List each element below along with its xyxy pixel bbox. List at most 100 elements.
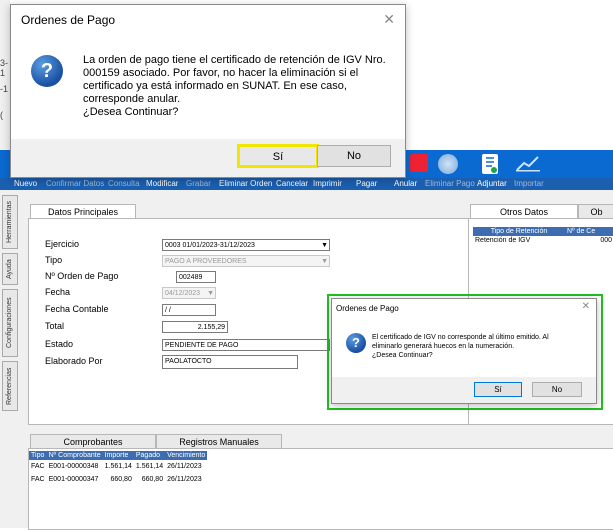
toolbar-save-button[interactable]: Grabar xyxy=(186,178,211,190)
vouchers-panel: Tipo Nº Comprobante Importe Pagado Venci… xyxy=(28,448,613,530)
dialog-title: Ordenes de Pago xyxy=(336,304,399,313)
table-cell: 26/11/2023 xyxy=(167,463,202,470)
chevron-down-icon: ▼ xyxy=(321,258,328,265)
dialog-message-line: El certificado de IGV no corresponde al … xyxy=(372,334,549,341)
toolbar-confirm-button[interactable]: Confirmar Datos xyxy=(46,178,104,190)
elaborado-label: Elaborado Por xyxy=(45,356,103,366)
tipo-label: Tipo xyxy=(45,255,63,265)
dialog-footer: Sí No xyxy=(11,139,405,177)
dialog-message-line: La orden de pago tiene el certificado de… xyxy=(83,54,386,66)
tipo-value: PAGO A PROVEEDORES xyxy=(165,258,247,265)
close-icon[interactable]: ✕ xyxy=(582,301,590,312)
dialog-message: El certificado de IGV no corresponde al … xyxy=(372,333,592,360)
table-cell: 26/11/2023 xyxy=(167,476,202,483)
close-icon[interactable]: ✕ xyxy=(383,11,395,28)
table-row[interactable]: FAC E001-00000347 660,80 660,80 26/11/20… xyxy=(29,473,207,486)
table-cell: E001-00000347 xyxy=(48,476,99,483)
delete-payment-icon[interactable] xyxy=(438,154,458,174)
column-header: Tipo de Retención xyxy=(473,227,565,236)
chevron-down-icon: ▼ xyxy=(207,290,214,297)
toolbar-annul-button[interactable]: Anular xyxy=(394,178,417,190)
fecha-contable-label: Fecha Contable xyxy=(45,304,109,314)
table-cell: 1.561,14 xyxy=(135,463,164,470)
estado-label: Estado xyxy=(45,339,74,349)
background-fragment: 3-1 xyxy=(0,58,9,78)
side-tabs: Herramientas Ayuda Configuraciones Refer… xyxy=(0,195,20,415)
import-chart-icon[interactable] xyxy=(516,154,540,172)
toolbar-new-button[interactable]: Nuevo xyxy=(14,178,37,190)
table-cell: 660,80 xyxy=(110,476,132,483)
igv-warning-dialog: Ordenes de Pago ✕ ? El certificado de IG… xyxy=(331,298,597,404)
chevron-down-icon: ▼ xyxy=(321,242,328,249)
side-tab-settings[interactable]: Configuraciones xyxy=(2,289,18,357)
dialog-message-line: certificado ya está informado en SUNAT. … xyxy=(83,80,347,92)
background-fragment: ( xyxy=(0,110,3,120)
total-input[interactable]: 2.155,29 xyxy=(162,321,228,333)
table-cell: Retención de IGV xyxy=(475,237,531,244)
dialog-message-line: corresponde anular. xyxy=(83,93,181,105)
toolbar-label-strip: Nuevo Confirmar Datos Consulta Modificar… xyxy=(0,178,613,190)
dialog-message-line: 000159 asociado. Por favor, no hacer la … xyxy=(83,67,359,79)
toolbar-print-button[interactable]: Imprimir xyxy=(313,178,342,190)
no-button[interactable]: No xyxy=(317,145,391,167)
side-tab-references[interactable]: Referencias xyxy=(2,361,18,411)
orden-label: Nº Orden de Pago xyxy=(45,271,119,281)
table-cell: FAC xyxy=(31,463,45,470)
table-cell: 1.561,14 xyxy=(104,463,132,470)
column-header: Pagado xyxy=(133,451,166,460)
dialog-title: Ordenes de Pago xyxy=(21,13,116,27)
retention-table: Tipo de Retención Nº de Ce Retención de … xyxy=(473,227,613,245)
estado-value: PENDIENTE DE PAGO xyxy=(165,342,239,349)
fecha-contable-value: / / xyxy=(165,307,171,314)
toolbar-delete-order-button[interactable]: Eliminar Orden xyxy=(219,178,272,190)
toolbar-query-button[interactable]: Consulta xyxy=(108,178,140,190)
vouchers-table: Tipo Nº Comprobante Importe Pagado Venci… xyxy=(29,451,208,486)
table-cell: 660,80 xyxy=(141,476,164,483)
total-value: 2.155,29 xyxy=(197,324,225,331)
ejercicio-value: 0003 01/01/2023-31/12/2023 xyxy=(165,242,255,249)
dialog-message-line: ¿Desea Continuar? xyxy=(372,352,433,359)
confirm-dialog: Ordenes de Pago ✕ ? La orden de pago tie… xyxy=(10,4,406,178)
question-icon: ? xyxy=(346,333,366,353)
side-tab-tools[interactable]: Herramientas xyxy=(2,195,18,249)
table-row[interactable]: FAC E001-00000348 1.561,14 1.561,14 26/1… xyxy=(29,460,207,473)
table-row[interactable]: Retención de IGV 000 xyxy=(473,236,613,245)
elaborado-value: PAOLATOCTO xyxy=(165,358,212,365)
background-fragment: -1 xyxy=(0,84,9,94)
column-header: Nº de Ce xyxy=(565,227,613,236)
dialog-message-line: eliminarlo generará huecos en la numerac… xyxy=(372,343,515,350)
dialog-footer: Sí No xyxy=(332,377,596,403)
ejercicio-label: Ejercicio xyxy=(45,239,80,249)
yes-button[interactable]: Sí xyxy=(237,144,319,168)
toolbar-attach-button[interactable]: Adjuntar xyxy=(477,178,507,190)
table-cell: 000 xyxy=(600,237,612,244)
column-header: Tipo xyxy=(29,451,47,460)
column-header: Importe xyxy=(102,451,134,460)
toolbar-modify-button[interactable]: Modificar xyxy=(146,178,178,190)
tipo-select[interactable]: PAGO A PROVEEDORES ▼ xyxy=(162,255,330,267)
fecha-value: 04/12/2023 xyxy=(165,290,201,297)
elaborado-input[interactable]: PAOLATOCTO xyxy=(162,355,298,369)
table-cell: FAC xyxy=(31,476,45,483)
fecha-label: Fecha xyxy=(45,287,71,297)
annul-icon[interactable] xyxy=(410,154,428,172)
estado-input[interactable]: PENDIENTE DE PAGO xyxy=(162,339,330,351)
side-tab-help[interactable]: Ayuda xyxy=(2,253,18,285)
toolbar-import-button[interactable]: Importar xyxy=(514,178,544,190)
orden-value: 002489 xyxy=(179,274,203,281)
toolbar-cancel-button[interactable]: Cancelar xyxy=(276,178,308,190)
orden-input[interactable]: 002489 xyxy=(176,271,216,283)
table-cell: E001-00000348 xyxy=(48,463,99,470)
ejercicio-select[interactable]: 0003 01/01/2023-31/12/2023 ▼ xyxy=(162,239,330,251)
toolbar-delete-payment-button[interactable]: Eliminar Pago xyxy=(425,178,475,190)
column-header: Nº Comprobante xyxy=(46,451,103,460)
total-label: Total xyxy=(45,321,65,331)
yes-button[interactable]: Sí xyxy=(474,382,522,397)
fecha-contable-input[interactable]: / / xyxy=(162,304,216,316)
no-button[interactable]: No xyxy=(532,382,582,397)
fecha-input[interactable]: 04/12/2023 ▼ xyxy=(162,287,216,299)
question-icon: ? xyxy=(31,55,63,87)
toolbar-pay-button[interactable]: Pagar xyxy=(356,178,377,190)
attach-document-icon[interactable] xyxy=(482,154,498,174)
dialog-message-line: ¿Desea Continuar? xyxy=(83,106,179,118)
